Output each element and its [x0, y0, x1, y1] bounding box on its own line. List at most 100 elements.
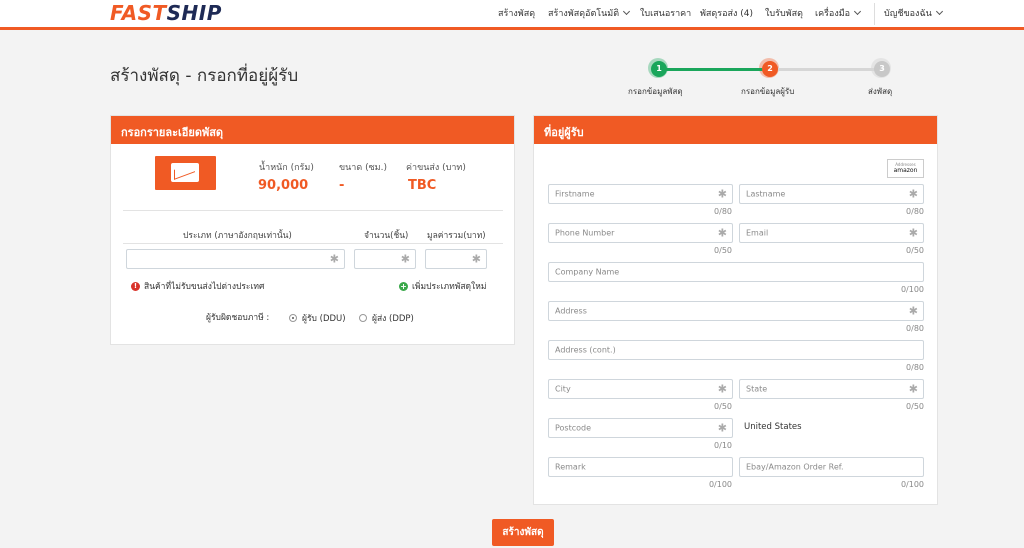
parcel-value-input[interactable]: ✱ — [425, 249, 487, 269]
email-placeholder: Email — [746, 228, 769, 238]
firstname-counter: 0/80 — [714, 207, 732, 216]
nav-quotation[interactable]: ใบเสนอราคา — [640, 6, 691, 20]
remark-input[interactable]: Remark — [548, 457, 733, 477]
stepper-line-pending — [770, 68, 882, 71]
restricted-items-label: สินค้าที่ไม่รับขนส่งไปต่างประเทศ — [144, 282, 265, 292]
country-value: United States — [744, 422, 802, 432]
weight-label: น้ำหนัก (กรัม) — [259, 163, 314, 173]
chevron-down-icon — [935, 7, 943, 16]
nav-to-ship[interactable]: พัสดุรอส่ง (4) — [700, 6, 753, 20]
duty-ddp-label: ผู้ส่ง (DDP) — [372, 314, 414, 324]
address-counter: 0/80 — [906, 324, 924, 333]
firstname-input[interactable]: Firstname ✱ — [548, 184, 733, 204]
company-placeholder: Company Name — [555, 267, 620, 277]
state-input[interactable]: State ✱ — [739, 379, 924, 399]
divider — [123, 210, 503, 211]
step-3-label: ส่งพัสดุ — [868, 87, 893, 96]
top-navbar: FASTSHIP สร้างพัสดุ สร้างพัสดุอัตโนมัติ … — [0, 0, 1024, 30]
nav-receive-label: ใบรับพัสดุ — [765, 9, 803, 19]
parcel-type-input[interactable]: ✱ — [126, 249, 345, 269]
nav-divider — [874, 3, 875, 25]
nav-account[interactable]: บัญชีของฉัน — [884, 6, 943, 20]
address-input[interactable]: Address ✱ — [548, 301, 924, 321]
chevron-down-icon — [854, 7, 862, 16]
fee-value: TBC — [408, 178, 437, 193]
step-1-dot: 1 — [648, 58, 668, 78]
remark-counter: 0/100 — [708, 480, 732, 489]
amazon-addresses-button[interactable]: Addresses amazon — [887, 159, 924, 178]
city-input[interactable]: City ✱ — [548, 379, 733, 399]
logo-ship: SHIP — [166, 1, 222, 25]
required-icon: ✱ — [717, 187, 727, 201]
city-counter: 0/50 — [714, 402, 732, 411]
error-icon: ! — [131, 281, 140, 291]
parcel-details-header: กรอกรายละเอียดพัสดุ — [111, 116, 514, 144]
parcel-details-panel: กรอกรายละเอียดพัสดุ น้ำหนัก (กรัม) 90,00… — [110, 115, 515, 345]
size-value: - — [339, 178, 345, 193]
required-icon: ✱ — [717, 382, 727, 396]
duty-ddp-radio[interactable]: ผู้ส่ง (DDP) — [359, 311, 414, 325]
lastname-input[interactable]: Lastname ✱ — [739, 184, 924, 204]
nav-create-label: สร้างพัสดุ — [498, 9, 536, 19]
order-ref-placeholder: Ebay/Amazon Order Ref. — [746, 462, 844, 472]
weight-value: 90,000 — [258, 178, 309, 193]
recipient-address-panel: ที่อยู่ผู้รับ Addresses amazon Firstname… — [533, 115, 938, 505]
phone-input[interactable]: Phone Number ✱ — [548, 223, 733, 243]
fee-label: ค่าขนส่ง (บาท) — [406, 163, 466, 173]
address-cont-input[interactable]: Address (cont.) — [548, 340, 924, 360]
order-ref-input[interactable]: Ebay/Amazon Order Ref. — [739, 457, 924, 477]
phone-placeholder: Phone Number — [555, 228, 615, 238]
nav-auto-create-label: สร้างพัสดุอัตโนมัติ — [548, 9, 620, 19]
nav-create[interactable]: สร้างพัสดุ — [498, 6, 535, 20]
add-parcel-type-button[interactable]: + เพิ่มประเภทพัสดุใหม่ — [399, 279, 486, 293]
create-parcel-button[interactable]: สร้างพัสดุ — [492, 519, 554, 546]
radio-selected-icon — [289, 314, 297, 322]
nav-tools-label: เครื่องมือ — [815, 9, 851, 19]
city-placeholder: City — [555, 384, 571, 394]
divider — [123, 243, 503, 244]
required-icon: ✱ — [908, 304, 918, 318]
restricted-items-link[interactable]: ! สินค้าที่ไม่รับขนส่งไปต่างประเทศ — [131, 279, 264, 293]
page-title: สร้างพัสดุ - กรอกที่อยู่ผู้รับ — [110, 66, 299, 86]
company-counter: 0/100 — [900, 285, 924, 294]
firstname-placeholder: Firstname — [555, 189, 595, 199]
nav-to-ship-label: พัสดุรอส่ง (4) — [700, 9, 754, 19]
required-icon: ✱ — [400, 252, 410, 266]
address-cont-counter: 0/80 — [906, 363, 924, 372]
col-qty-header: จำนวน(ชิ้น) — [364, 231, 409, 241]
plus-icon: + — [399, 281, 408, 291]
order-ref-counter: 0/100 — [900, 480, 924, 489]
add-parcel-type-label: เพิ่มประเภทพัสดุใหม่ — [412, 282, 487, 292]
stepper-line-done — [660, 68, 770, 71]
col-type-header: ประเภท (ภาษาอังกฤษเท่านั้น) — [183, 231, 292, 241]
required-icon: ✱ — [471, 252, 481, 266]
remark-placeholder: Remark — [555, 462, 586, 472]
phone-counter: 0/50 — [714, 246, 732, 255]
duty-label: ผู้รับผิดชอบภาษี : — [206, 313, 270, 323]
required-icon: ✱ — [908, 382, 918, 396]
size-label: ขนาด (ซม.) — [339, 163, 387, 173]
duty-ddu-radio[interactable]: ผู้รับ (DDU) — [289, 311, 346, 325]
email-input[interactable]: Email ✱ — [739, 223, 924, 243]
step-2-label: กรอกข้อมูลผู้รับ — [741, 87, 795, 96]
nav-quotation-label: ใบเสนอราคา — [640, 9, 692, 19]
postcode-input[interactable]: Postcode ✱ — [548, 418, 733, 438]
recipient-address-header: ที่อยู่ผู้รับ — [534, 116, 937, 144]
required-icon: ✱ — [908, 187, 918, 201]
radio-icon — [359, 314, 367, 322]
nav-receive[interactable]: ใบรับพัสดุ — [765, 6, 803, 20]
nav-auto-create[interactable]: สร้างพัสดุอัตโนมัติ — [548, 6, 631, 20]
nav-tools[interactable]: เครื่องมือ — [815, 6, 862, 20]
step-3-dot: 3 — [871, 58, 891, 78]
amazon-logo-label: amazon — [893, 167, 918, 174]
chevron-down-icon — [623, 7, 631, 16]
email-counter: 0/50 — [906, 246, 924, 255]
required-icon: ✱ — [329, 252, 339, 266]
nav-account-label: บัญชีของฉัน — [884, 9, 932, 19]
logo-fast: FAST — [110, 1, 167, 25]
postcode-placeholder: Postcode — [555, 423, 592, 433]
duty-ddu-label: ผู้รับ (DDU) — [302, 314, 346, 324]
fastship-logo[interactable]: FASTSHIP — [110, 1, 222, 25]
parcel-qty-input[interactable]: ✱ — [354, 249, 416, 269]
company-input[interactable]: Company Name — [548, 262, 924, 282]
